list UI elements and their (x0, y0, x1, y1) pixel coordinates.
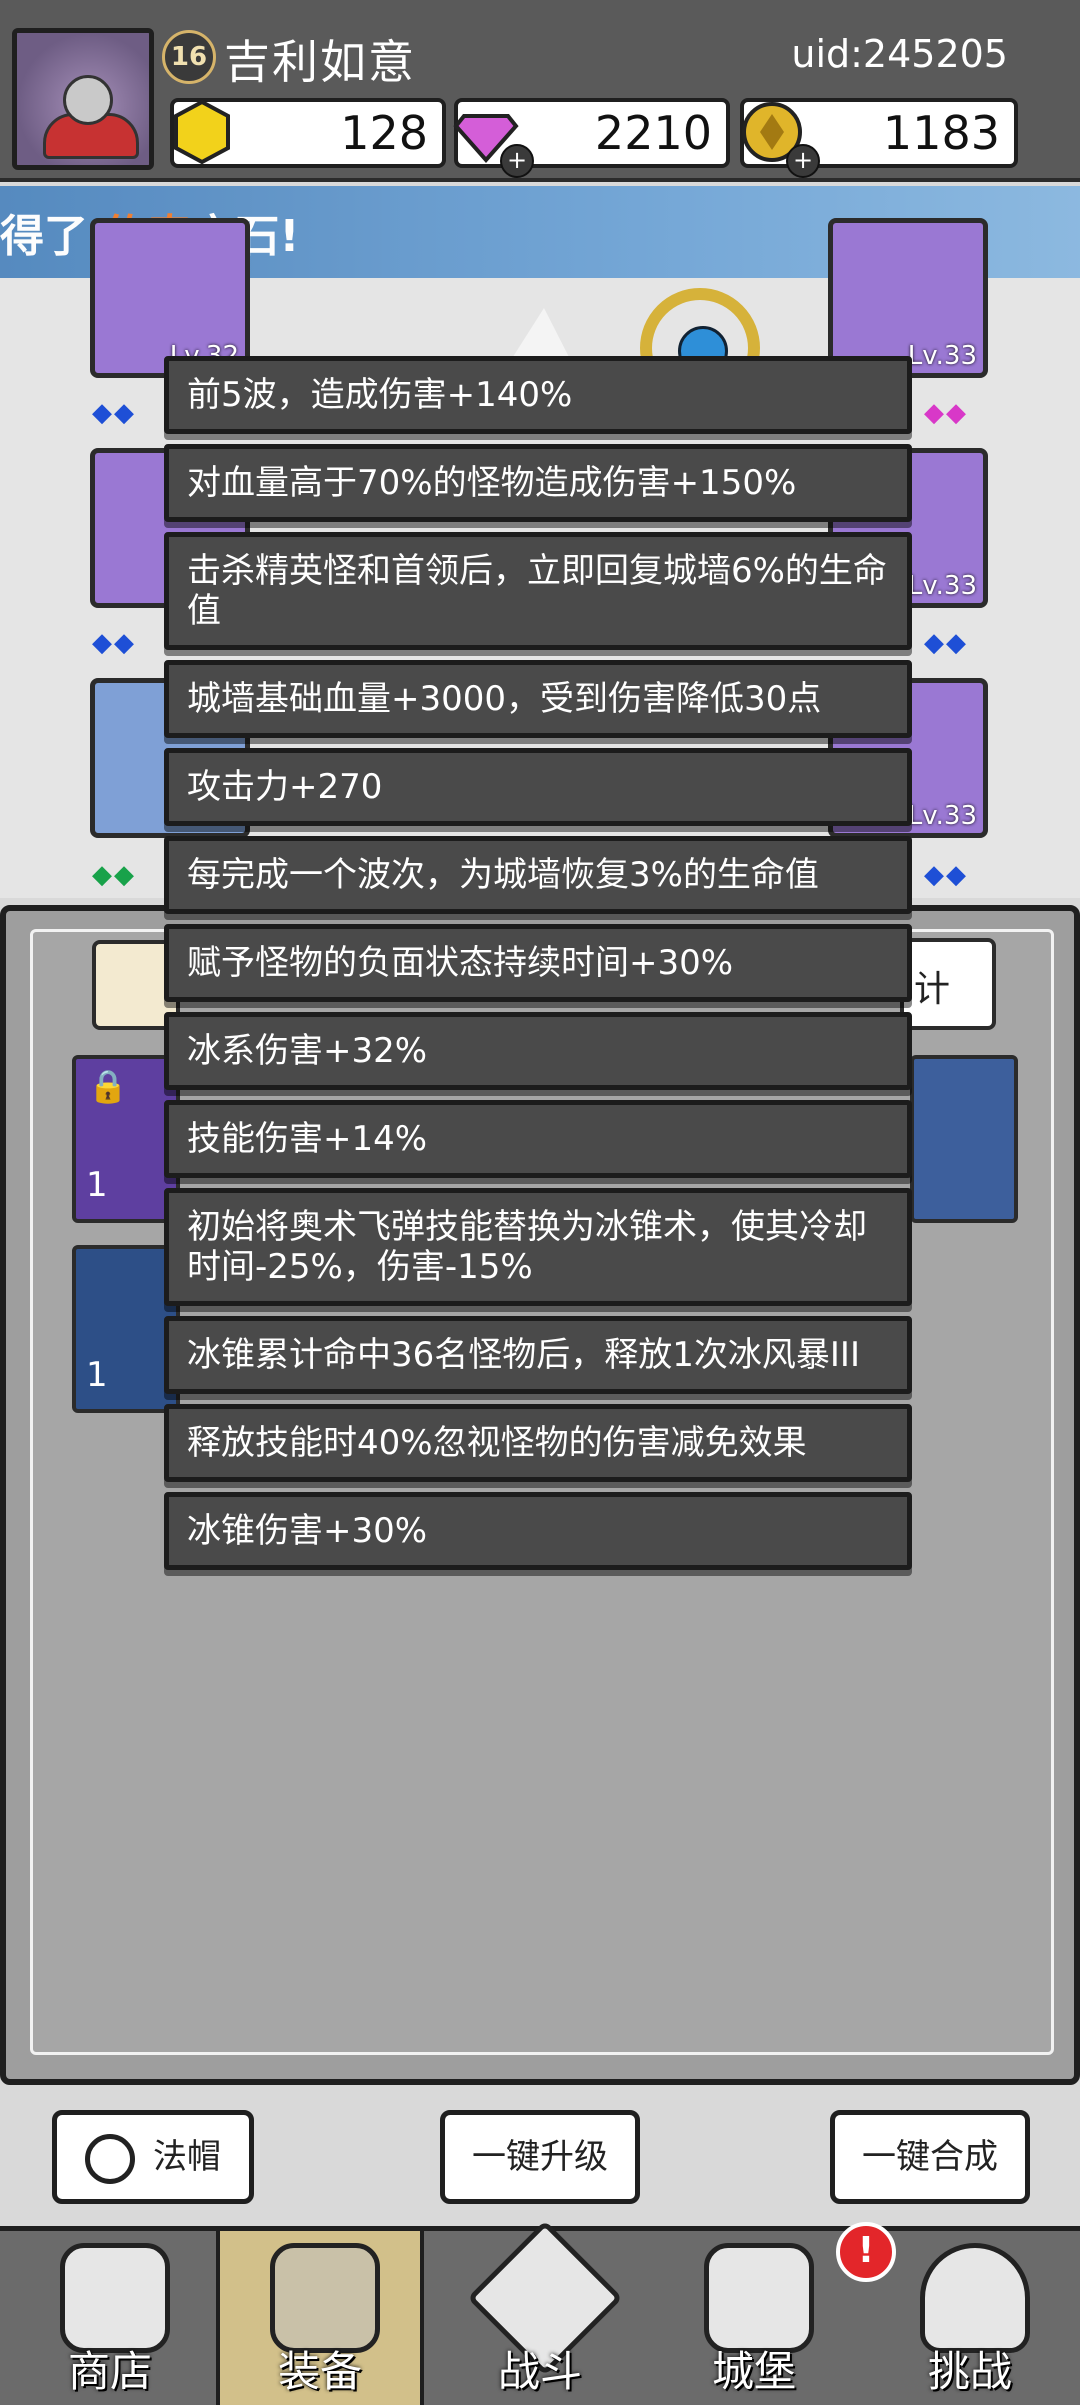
diamond-value: 2210 (594, 106, 712, 160)
equip-slot-weapon[interactable]: Lv.33 (828, 218, 988, 378)
gold-value: 128 (340, 106, 428, 160)
merge-all-button[interactable]: 一键合成 (830, 2110, 1030, 2204)
diamond-currency: + 2210 (453, 98, 730, 178)
attribute-entry: 技能伤害+14% (164, 1100, 912, 1178)
add-diamond-button[interactable]: + (500, 144, 534, 178)
attribute-entry: 攻击力+270 (164, 748, 912, 826)
hat-icon (85, 2133, 135, 2184)
player-uid: uid:245205 (791, 32, 1008, 76)
inventory-item-crystal[interactable] (910, 1055, 1018, 1223)
attribute-entry: 冰锥伤害+30% (164, 1492, 912, 1570)
player-level-badge: 16 (162, 30, 216, 84)
top-bar: 16 吉利如意 uid:245205 128 + 2210 + 1183 (0, 0, 1080, 182)
attribute-entry: 城墙基础血量+3000，受到伤害降低30点 (164, 660, 912, 738)
castle-icon (704, 2243, 814, 2353)
equip-slot-helmet[interactable]: Lv.32 (90, 218, 250, 378)
nav-battle[interactable]: 战斗 (440, 2220, 640, 2405)
attribute-entry: 赋予怪物的负面状态持续时间+30% (164, 924, 912, 1002)
gold-bar-icon (174, 99, 230, 165)
shield-icon (920, 2243, 1030, 2353)
gem-slots-right: ◆◆ (924, 398, 968, 428)
coin-currency: + 1183 (740, 98, 1018, 178)
nav-challenge[interactable]: 挑战 (870, 2231, 1070, 2405)
nav-castle[interactable]: 城堡 (654, 2231, 854, 2405)
shop-icon (60, 2243, 170, 2353)
backpack-icon (270, 2243, 380, 2353)
gem-slots-right-3: ◆◆ (924, 860, 968, 890)
attribute-entry: 每完成一个波次，为城墙恢复3%的生命值 (164, 836, 912, 914)
attribute-entry: 对血量高于70%的怪物造成伤害+150% (164, 444, 912, 522)
nav-equipment[interactable]: 装备 (216, 2231, 424, 2405)
attribute-tooltip-list[interactable]: 前5波，造成伤害+140% 对血量高于70%的怪物造成伤害+150% 击杀精英怪… (158, 356, 922, 1860)
gem-slots-left: ◆◆ (92, 398, 136, 428)
gem-slots-left-2: ◆◆ (92, 628, 136, 658)
player-avatar[interactable] (12, 28, 154, 170)
gold-currency: 128 (170, 98, 446, 168)
attribute-entry: 前5波，造成伤害+140% (164, 356, 912, 434)
nav-shop[interactable]: 商店 (10, 2231, 210, 2405)
attribute-entry: 冰系伤害+32% (164, 1012, 912, 1090)
coin-value: 1183 (882, 106, 1000, 160)
attribute-entry: 冰锥累计命中36名怪物后，释放1次冰风暴III (164, 1316, 912, 1394)
hat-filter-button[interactable]: 法帽 (52, 2110, 254, 2204)
castle-alert-badge: ! (836, 2222, 896, 2282)
gem-slots-left-3: ◆◆ (92, 860, 136, 890)
attribute-entry: 初始将奥术飞弹技能替换为冰锥术，使其冷却时间-25%，伤害-15% (164, 1188, 912, 1306)
player-name: 吉利如意 (224, 35, 416, 89)
attribute-entry: 击杀精英怪和首领后，立即回复城墙6%的生命值 (164, 532, 912, 650)
add-coin-button[interactable]: + (786, 144, 820, 178)
upgrade-all-button[interactable]: 一键升级 (440, 2110, 640, 2204)
gem-slots-right-2: ◆◆ (924, 628, 968, 658)
attribute-entry: 释放技能时40%忽视怪物的伤害减免效果 (164, 1404, 912, 1482)
lock-icon: 🔒 (88, 1067, 128, 1105)
bottom-nav: 商店 装备 战斗 城堡 挑战 (0, 2220, 1080, 2405)
